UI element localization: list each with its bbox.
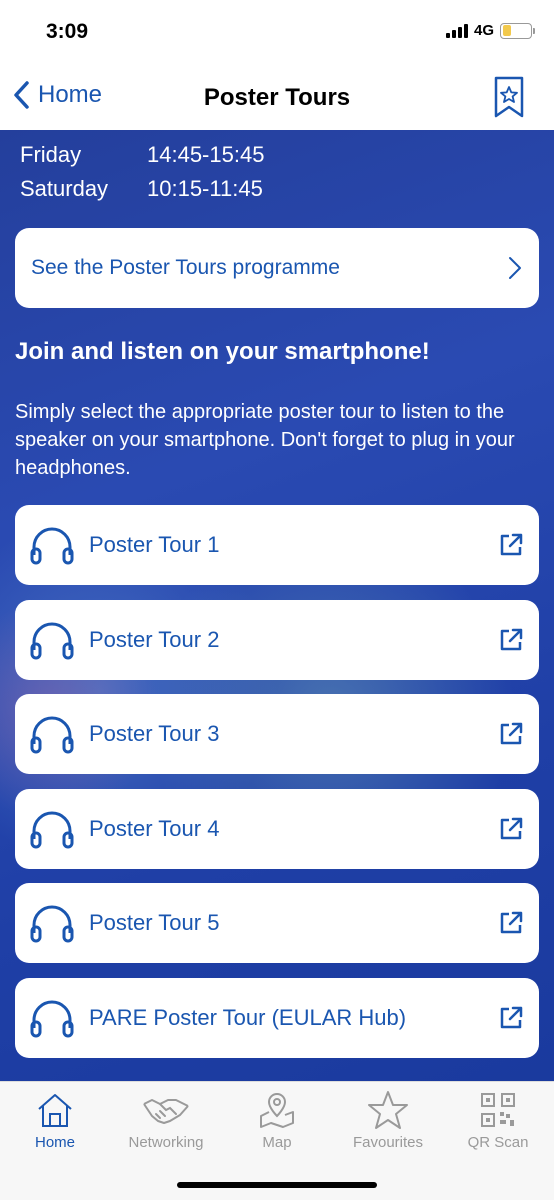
tab-label: Networking [128, 1134, 204, 1151]
qr-code-icon [481, 1093, 515, 1127]
page-title: Poster Tours [203, 84, 351, 111]
poster-tour-label: Poster Tour 2 [89, 626, 220, 652]
tab-qr-scan[interactable]: QR Scan [443, 1090, 553, 1151]
poster-tour-label: PARE Poster Tour (EULAR Hub) [89, 1004, 407, 1030]
tab-label: Home [34, 1134, 75, 1151]
schedule-day: Saturday [20, 176, 109, 201]
chevron-right-icon [509, 257, 521, 279]
headphones-icon [29, 809, 75, 849]
tab-networking[interactable]: Networking [111, 1090, 221, 1151]
poster-tour-item[interactable]: Poster Tour 2 [15, 599, 539, 680]
join-heading: Join and listen on your smartphone! [15, 338, 430, 365]
poster-tour-label: Poster Tour 3 [89, 721, 220, 747]
poster-tour-item[interactable]: Poster Tour 3 [15, 694, 539, 775]
star-icon [368, 1091, 408, 1129]
headphones-icon [29, 998, 75, 1038]
schedule-time: 10:15-11:45 [147, 176, 263, 201]
schedule-row: Saturday 10:15-11:45 [20, 172, 264, 206]
headphones-icon [29, 714, 75, 754]
content-area[interactable]: Friday 14:45-15:45 Saturday 10:15-11:45 … [0, 130, 554, 1081]
home-icon [38, 1094, 72, 1127]
headphones-icon [29, 525, 75, 565]
tab-label: Map [262, 1134, 292, 1151]
external-link-icon [500, 533, 523, 556]
status-indicators: 4G [445, 22, 535, 39]
signal-icon [445, 23, 468, 38]
schedule-time: 14:45-15:45 [147, 142, 265, 167]
navigation-bar: Home Poster Tours [0, 66, 554, 130]
home-indicator[interactable] [177, 1182, 377, 1188]
join-description: Simply select the appropriate poster tou… [15, 401, 515, 479]
status-bar: 3:09 4G [0, 0, 554, 66]
tab-label: Favourites [352, 1134, 424, 1151]
map-icon [260, 1092, 294, 1128]
poster-tour-label: Poster Tour 4 [89, 815, 220, 841]
external-link-icon [500, 817, 523, 840]
schedule-row: Friday 14:45-15:45 [20, 138, 264, 172]
tab-home[interactable]: Home [0, 1090, 110, 1151]
poster-tour-item[interactable]: Poster Tour 5 [15, 883, 539, 964]
programme-link-button[interactable]: See the Poster Tours programme [15, 228, 539, 308]
tab-label: QR Scan [467, 1134, 529, 1151]
headphones-icon [29, 620, 75, 660]
external-link-icon [500, 912, 523, 934]
tab-favourites[interactable]: Favourites [333, 1090, 443, 1151]
bookmark-star-icon[interactable] [494, 76, 524, 118]
headphones-icon [29, 903, 75, 943]
tab-bar: Home Networking Map Favourites QR Scan [0, 1081, 554, 1200]
external-link-icon [500, 722, 523, 745]
external-link-icon [500, 628, 523, 650]
poster-tour-label: Poster Tour 5 [89, 910, 220, 936]
schedule-day: Friday [20, 142, 82, 167]
poster-tour-label: Poster Tour 1 [89, 532, 220, 557]
poster-tour-item[interactable]: Poster Tour 4 [15, 788, 539, 869]
battery-icon [500, 22, 535, 39]
schedule-list: Friday 14:45-15:45 Saturday 10:15-11:45 [20, 138, 264, 206]
handshake-icon [143, 1099, 189, 1124]
programme-link-label: See the Poster Tours programme [31, 256, 340, 279]
poster-tour-item[interactable]: Poster Tour 1 [15, 505, 539, 585]
poster-tour-list: Poster Tour 1 Poster Tour 2 Poster Tour … [15, 505, 539, 1073]
status-time: 3:09 [46, 20, 89, 43]
network-type: 4G [473, 22, 494, 39]
poster-tour-item[interactable]: PARE Poster Tour (EULAR Hub) [15, 977, 539, 1058]
external-link-icon [500, 1006, 523, 1029]
tab-map[interactable]: Map [222, 1090, 332, 1151]
